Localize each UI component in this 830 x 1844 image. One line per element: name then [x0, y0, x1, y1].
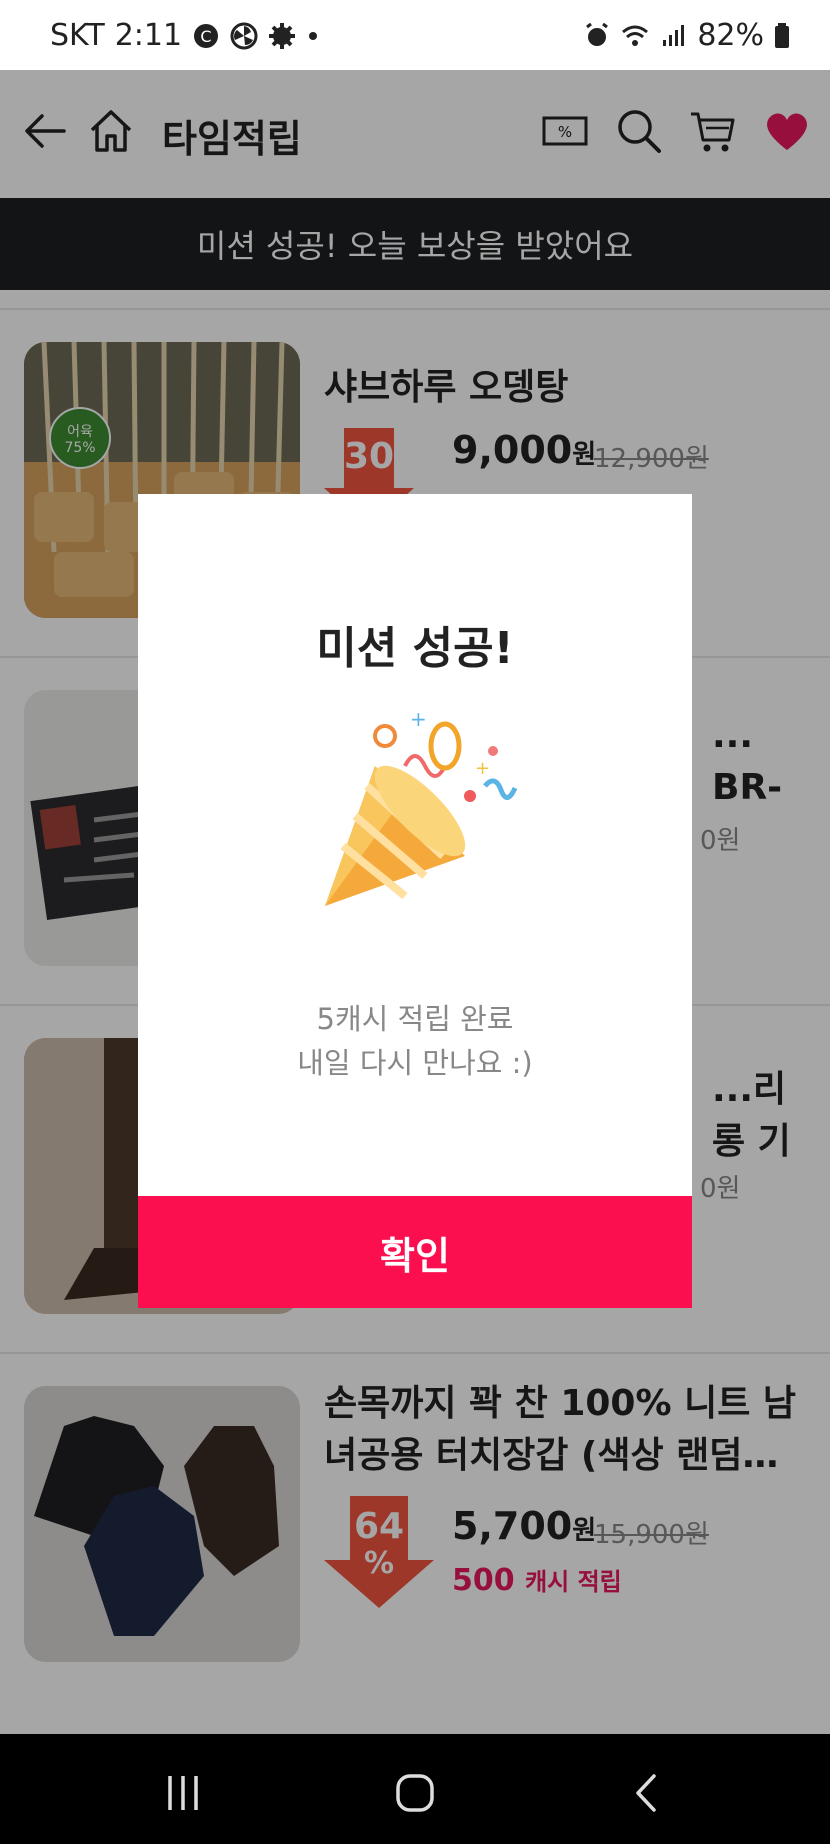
confirm-button[interactable]: 확인	[138, 1196, 692, 1308]
system-nav-bar	[0, 1734, 830, 1844]
party-popper-icon: + +	[325, 707, 518, 906]
carrier-label: SKT	[50, 18, 105, 53]
c-badge-icon: C	[194, 23, 219, 48]
svg-text:C: C	[201, 27, 212, 46]
dialog-title: 미션 성공!	[316, 623, 514, 674]
battery-percent: 82%	[697, 18, 764, 53]
home-nav-icon[interactable]	[394, 1772, 436, 1814]
svg-text:+: +	[410, 707, 427, 731]
dialog-message-line1: 5캐시 적립 완료	[316, 1002, 514, 1036]
dialog-message-line2: 내일 다시 만나요 :)	[297, 1046, 533, 1080]
signal-icon	[663, 24, 685, 46]
svg-text:+: +	[475, 758, 490, 779]
dot-icon	[309, 31, 318, 40]
back-nav-icon[interactable]	[626, 1772, 668, 1814]
alarm-icon	[586, 22, 609, 46]
status-bar: SKT 2:11 C 82%	[0, 0, 830, 70]
gear-icon	[269, 22, 296, 49]
fan-icon	[230, 22, 258, 49]
battery-icon	[775, 22, 789, 48]
wifi-icon	[622, 25, 649, 46]
clock: 2:11	[114, 18, 183, 53]
mission-success-dialog: 미션 성공! + + 5캐시 적립 완료 내일 다시 만나요 :) 확인	[138, 494, 692, 1308]
recent-apps-icon[interactable]	[162, 1772, 204, 1814]
